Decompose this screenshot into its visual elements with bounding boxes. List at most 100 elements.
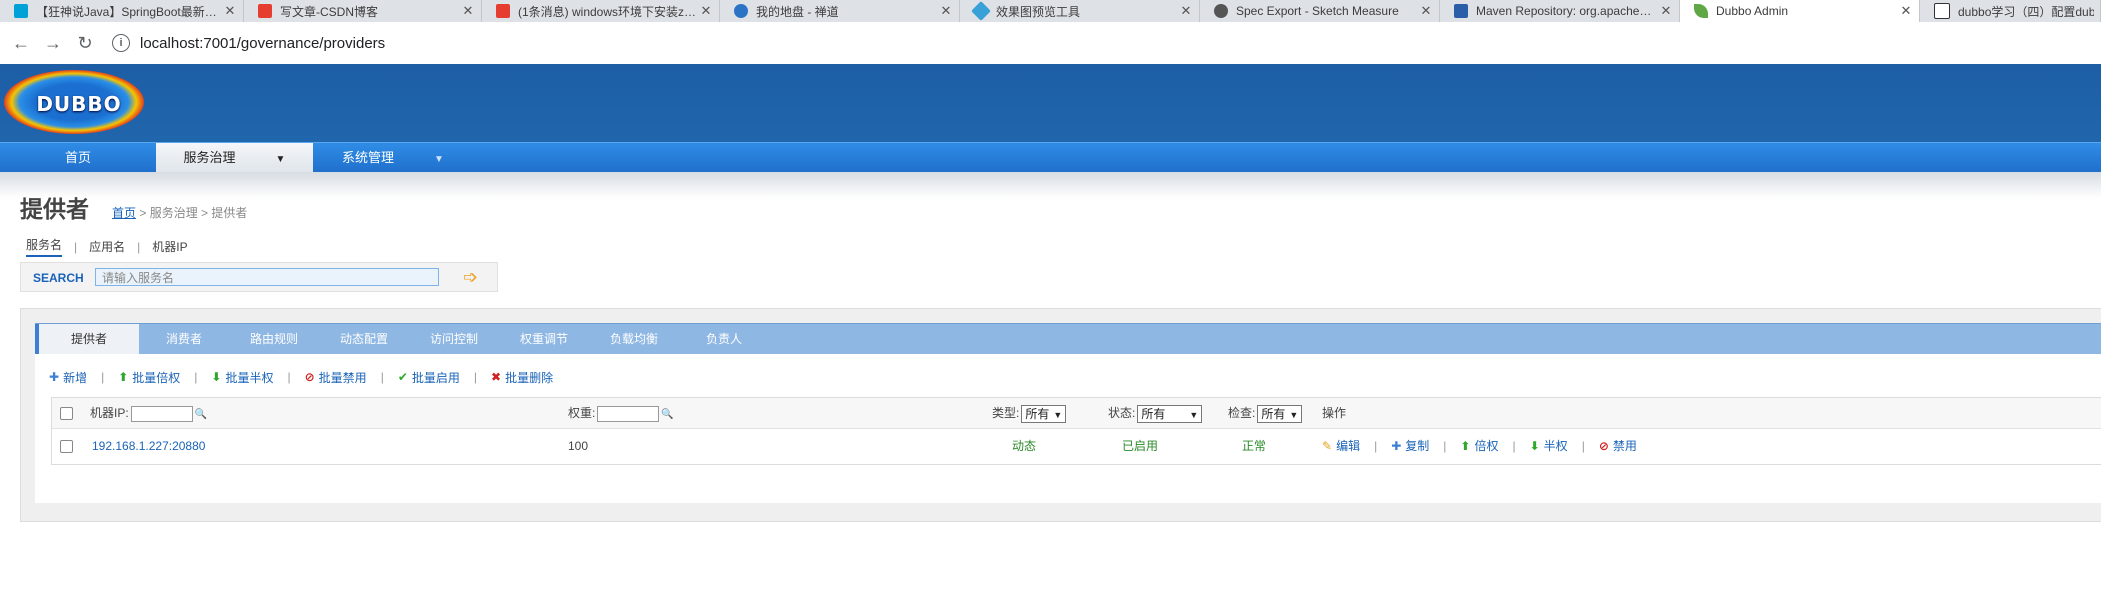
table-header: 机器IP: 🔍 权重: 🔍 类型: 所有 ▼ 状态: 所有 ▼ 检查: 所有 ▼ 操作 [52, 398, 2101, 429]
batch-disable-button[interactable]: ⊘ 批量禁用 [305, 369, 367, 386]
tab-routing-rules[interactable]: 路由规则 [229, 324, 319, 354]
breadcrumb: 首页 > 服务治理 > 提供者 [112, 204, 247, 221]
browser-tab-active[interactable]: Dubbo Admin ✕ [1680, 0, 1920, 22]
browser-tab[interactable]: Spec Export - Sketch Measure ✕ [1200, 0, 1440, 22]
row-checkbox[interactable] [60, 440, 73, 453]
reload-icon[interactable]: ↻ [74, 32, 96, 54]
close-icon[interactable]: ✕ [461, 3, 475, 19]
arrow-down-icon: ⬇ [1529, 439, 1540, 453]
edit-button[interactable]: ✎ 编辑 [1322, 429, 1360, 463]
search-label: SEARCH [33, 271, 84, 285]
chevron-down-icon: ▼ [1053, 409, 1063, 420]
tab-providers[interactable]: 提供者 [35, 324, 139, 354]
select-all-checkbox[interactable] [60, 407, 73, 420]
subtab-app-name[interactable]: 应用名 [89, 238, 125, 255]
batch-double-weight-button[interactable]: ⬆ 批量倍权 [118, 369, 180, 386]
chevron-down-icon: ▼ [1289, 409, 1299, 420]
close-icon[interactable]: ✕ [223, 3, 237, 19]
weight-filter-input[interactable] [597, 405, 660, 422]
batch-enable-button[interactable]: ✔ 批量启用 [398, 369, 460, 386]
ban-icon: ⊘ [304, 370, 315, 384]
close-icon[interactable]: ✕ [1419, 3, 1433, 19]
forward-arrow-icon[interactable]: → [42, 32, 64, 54]
provider-check: 正常 [1242, 439, 1267, 453]
header-ops: 操作 [1322, 406, 1347, 420]
maven-icon [1454, 4, 1468, 18]
tab-weight-adjust[interactable]: 权重调节 [499, 324, 589, 354]
tab-access-control[interactable]: 访问控制 [409, 324, 499, 354]
subtab-machine-ip[interactable]: 机器IP [152, 238, 187, 255]
tab-owner[interactable]: 负责人 [679, 324, 769, 354]
caret-down-icon: ▼ [275, 154, 286, 165]
browser-tab-bar: 【狂神说Java】SpringBoot最新… ✕ 写文章-CSDN博客 ✕ (1条消… [0, 0, 2101, 22]
arrow-up-icon: ⬆ [1460, 439, 1471, 453]
ban-icon: ⊘ [1598, 439, 1609, 453]
csdn-icon [258, 4, 272, 18]
close-icon[interactable]: ✕ [1179, 3, 1193, 19]
globe-icon [1214, 4, 1228, 18]
pencil-icon: ✎ [1322, 439, 1333, 453]
logo-text: DUBBO [36, 92, 122, 116]
back-arrow-icon[interactable]: ← [10, 32, 32, 54]
nav-system-management[interactable]: 系统管理 ▼ [313, 143, 473, 173]
browser-tab[interactable]: 写文章-CSDN博客 ✕ [244, 0, 482, 22]
url-text: localhost:7001/governance/providers [140, 34, 386, 52]
provider-status: 已启用 [1122, 439, 1159, 453]
close-icon[interactable]: ✕ [939, 3, 953, 19]
close-icon[interactable]: ✕ [1659, 3, 1673, 19]
batch-half-weight-button[interactable]: ⬇ 批量半权 [211, 369, 273, 386]
nav-home[interactable]: 首页 [0, 143, 156, 173]
ip-filter-input[interactable] [130, 405, 193, 422]
nav-service-governance[interactable]: 服务治理 ▼ [156, 143, 313, 173]
address-bar: ← → ↻ i localhost:7001/governance/provid… [0, 22, 2101, 65]
type-select[interactable]: 所有 ▼ [1021, 404, 1067, 423]
header-ip: 机器IP: 🔍 [90, 405, 208, 422]
status-select[interactable]: 所有 ▼ [1137, 404, 1203, 423]
browser-tab[interactable]: (1条消息) windows环境下安装z… ✕ [482, 0, 720, 22]
subtab-service-name[interactable]: 服务名 [26, 236, 63, 257]
tab-consumers[interactable]: 消费者 [139, 324, 229, 354]
search-icon[interactable]: 🔍 [195, 409, 207, 420]
header-check: 检查: 所有 ▼ [1228, 398, 1303, 428]
leaf-icon [1694, 4, 1708, 18]
add-button[interactable]: ✚ 新增 [49, 369, 87, 386]
provider-ip-link[interactable]: 192.168.1.227:20880 [92, 429, 205, 463]
caret-down-icon: ▼ [434, 154, 444, 165]
search-type-tabs: 服务名 | 应用名 | 机器IP [26, 236, 188, 257]
disable-button[interactable]: ⊘ 禁用 [1599, 429, 1637, 463]
main-nav: 首页 服务治理 ▼ 系统管理 ▼ [0, 142, 2101, 173]
breadcrumb-home-link[interactable]: 首页 [112, 206, 136, 220]
copy-button[interactable]: ✚ 复制 [1391, 429, 1429, 463]
browser-tab[interactable]: dubbo学习（四）配置dubbo… [1920, 0, 2101, 22]
arrow-up-icon: ⬆ [118, 370, 129, 384]
header-status: 状态: 所有 ▼ [1108, 398, 1203, 428]
search-arrow-icon[interactable]: ➩ [463, 267, 485, 287]
lambda-icon [1934, 3, 1950, 19]
browser-tab[interactable]: 效果图预览工具 ✕ [960, 0, 1200, 22]
url-field[interactable]: i localhost:7001/governance/providers [112, 29, 2101, 57]
bilibili-icon [14, 4, 28, 18]
csdn-icon [496, 4, 510, 18]
search-box: SEARCH 请输入服务名 ➩ [20, 262, 498, 292]
info-icon[interactable]: i [112, 34, 130, 52]
tab-load-balance[interactable]: 负载均衡 [589, 324, 679, 354]
tab-dynamic-config[interactable]: 动态配置 [319, 324, 409, 354]
preview-icon [971, 1, 991, 21]
close-icon[interactable]: ✕ [699, 3, 713, 19]
search-input[interactable]: 请输入服务名 [95, 268, 439, 286]
plus-icon: ✚ [49, 370, 60, 384]
half-weight-button[interactable]: ⬇ 半权 [1530, 429, 1568, 463]
close-icon[interactable]: ✕ [1899, 3, 1913, 19]
check-select[interactable]: 所有 ▼ [1257, 404, 1303, 423]
batch-delete-button[interactable]: ✖ 批量删除 [491, 369, 553, 386]
zentao-icon [734, 4, 748, 18]
browser-tab[interactable]: 我的地盘 - 禅道 ✕ [720, 0, 960, 22]
search-icon[interactable]: 🔍 [661, 409, 673, 420]
dubbo-logo[interactable]: DUBBO [4, 70, 144, 134]
panel-tabs: 提供者 消费者 路由规则 动态配置 访问控制 权重调节 负载均衡 负责人 [35, 323, 2101, 354]
arrow-down-icon: ⬇ [211, 370, 222, 384]
row-operations: ✎ 编辑 | ✚ 复制 | ⬆ 倍权 | ⬇ 半权 | ⊘ 禁用 [1322, 429, 1637, 463]
browser-tab[interactable]: Maven Repository: org.apache… ✕ [1440, 0, 1680, 22]
double-weight-button[interactable]: ⬆ 倍权 [1460, 429, 1498, 463]
browser-tab[interactable]: 【狂神说Java】SpringBoot最新… ✕ [0, 0, 244, 22]
